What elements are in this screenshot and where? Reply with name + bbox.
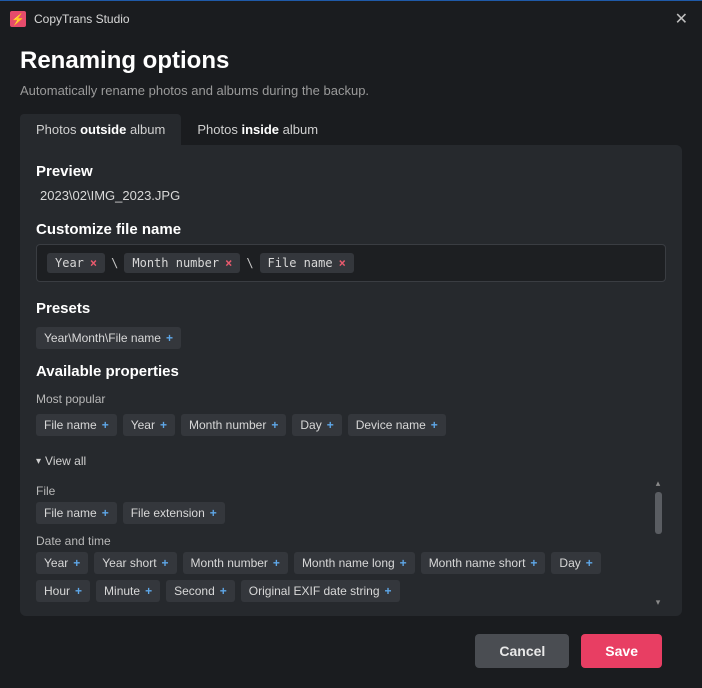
prop-hour[interactable]: Hour+ <box>36 580 90 602</box>
most-popular-row: File name+ Year+ Month number+ Day+ Devi… <box>36 414 666 436</box>
add-icon: + <box>220 584 227 598</box>
footer: Cancel Save <box>20 616 682 688</box>
add-icon: + <box>273 556 280 570</box>
separator: \ <box>111 256 118 270</box>
prop-device-name[interactable]: Device name+ <box>348 414 446 436</box>
customize-label: Customize file name <box>36 221 666 238</box>
prop-year[interactable]: Year+ <box>123 414 175 436</box>
token-month-number[interactable]: Month number × <box>124 253 240 273</box>
panel: Preview 2023\02\IMG_2023.JPG Customize f… <box>20 145 682 616</box>
add-icon: + <box>166 331 173 345</box>
view-all-toggle[interactable]: ▾ View all <box>36 454 666 468</box>
prop-month-number[interactable]: Month number+ <box>183 552 288 574</box>
prop-day[interactable]: Day+ <box>292 414 341 436</box>
group-file-row: File name+ File extension+ <box>36 502 648 524</box>
presets-label: Presets <box>36 300 666 317</box>
remove-icon[interactable]: × <box>339 256 346 270</box>
available-label: Available properties <box>36 363 666 380</box>
app-icon: ⚡ <box>10 11 26 27</box>
group-file-label: File <box>36 484 648 498</box>
scroll-down-icon[interactable]: ▾ <box>653 597 663 608</box>
tab-photos-outside-album[interactable]: Photos outside album <box>20 114 181 145</box>
prop-year-short[interactable]: Year short+ <box>94 552 176 574</box>
scroll-thumb[interactable] <box>655 492 662 534</box>
add-icon: + <box>431 418 438 432</box>
content: Renaming options Automatically rename ph… <box>0 37 702 688</box>
add-icon: + <box>102 506 109 520</box>
token-file-name[interactable]: File name × <box>260 253 354 273</box>
group-datetime-row: Year+ Year short+ Month number+ Month na… <box>36 552 648 602</box>
add-icon: + <box>210 506 217 520</box>
prop-original-exif-date-string[interactable]: Original EXIF date string+ <box>241 580 400 602</box>
properties-scroll-area: File File name+ File extension+ Date and… <box>36 478 666 608</box>
save-button[interactable]: Save <box>581 634 662 668</box>
add-icon: + <box>75 584 82 598</box>
prop-month-name-short[interactable]: Month name short+ <box>421 552 546 574</box>
prop-day[interactable]: Day+ <box>551 552 600 574</box>
tabs: Photos outside album Photos inside album <box>20 114 682 145</box>
page-title: Renaming options <box>20 47 682 75</box>
add-icon: + <box>271 418 278 432</box>
add-icon: + <box>530 556 537 570</box>
add-icon: + <box>400 556 407 570</box>
token-year[interactable]: Year × <box>47 253 105 273</box>
preview-value: 2023\02\IMG_2023.JPG <box>40 188 666 203</box>
filename-token-input[interactable]: Year × \ Month number × \ File name × <box>36 244 666 282</box>
prop-month-number[interactable]: Month number+ <box>181 414 286 436</box>
page-subtitle: Automatically rename photos and albums d… <box>20 83 682 98</box>
prop-file-name[interactable]: File name+ <box>36 414 117 436</box>
prop-file-name[interactable]: File name+ <box>36 502 117 524</box>
group-datetime-label: Date and time <box>36 534 648 548</box>
prop-second[interactable]: Second+ <box>166 580 235 602</box>
prop-file-extension[interactable]: File extension+ <box>123 502 225 524</box>
add-icon: + <box>327 418 334 432</box>
scrollbar[interactable]: ▴ ▾ <box>656 478 664 608</box>
add-icon: + <box>145 584 152 598</box>
prop-month-name-long[interactable]: Month name long+ <box>294 552 415 574</box>
cancel-button[interactable]: Cancel <box>475 634 569 668</box>
caret-down-icon: ▾ <box>36 456 41 467</box>
app-window: ⚡ CopyTrans Studio ✕ Renaming options Au… <box>0 0 702 688</box>
presets-row: Year\Month\File name + <box>36 327 666 349</box>
remove-icon[interactable]: × <box>225 256 232 270</box>
preset-year-month-filename[interactable]: Year\Month\File name + <box>36 327 181 349</box>
prop-minute[interactable]: Minute+ <box>96 580 160 602</box>
remove-icon[interactable]: × <box>90 256 97 270</box>
tab-photos-inside-album[interactable]: Photos inside album <box>181 114 334 145</box>
prop-year[interactable]: Year+ <box>36 552 88 574</box>
add-icon: + <box>102 418 109 432</box>
app-name: CopyTrans Studio <box>34 12 130 26</box>
add-icon: + <box>73 556 80 570</box>
most-popular-label: Most popular <box>36 392 666 406</box>
add-icon: + <box>160 418 167 432</box>
preview-label: Preview <box>36 163 666 180</box>
titlebar: ⚡ CopyTrans Studio ✕ <box>0 1 702 37</box>
separator: \ <box>246 256 253 270</box>
add-icon: + <box>385 584 392 598</box>
add-icon: + <box>162 556 169 570</box>
scroll-up-icon[interactable]: ▴ <box>653 478 663 489</box>
close-icon[interactable]: ✕ <box>671 9 692 29</box>
add-icon: + <box>586 556 593 570</box>
